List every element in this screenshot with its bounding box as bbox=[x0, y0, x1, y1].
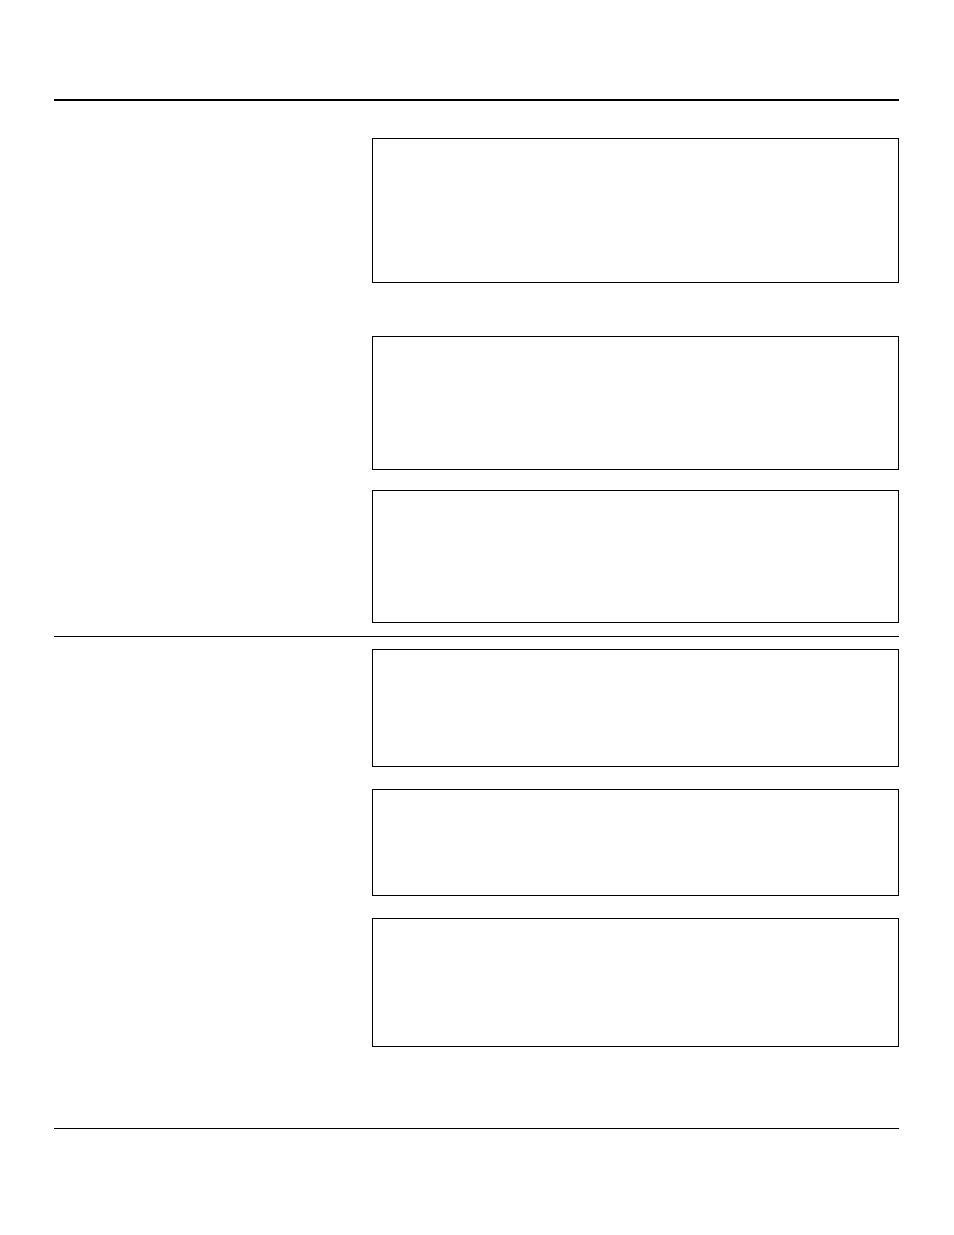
content-box bbox=[372, 918, 899, 1047]
content-box bbox=[372, 336, 899, 470]
content-box bbox=[372, 649, 899, 767]
content-box bbox=[372, 138, 899, 283]
bottom-divider bbox=[54, 1128, 899, 1129]
middle-divider bbox=[54, 636, 899, 637]
top-divider bbox=[54, 99, 899, 101]
content-box bbox=[372, 789, 899, 896]
content-box bbox=[372, 490, 899, 623]
